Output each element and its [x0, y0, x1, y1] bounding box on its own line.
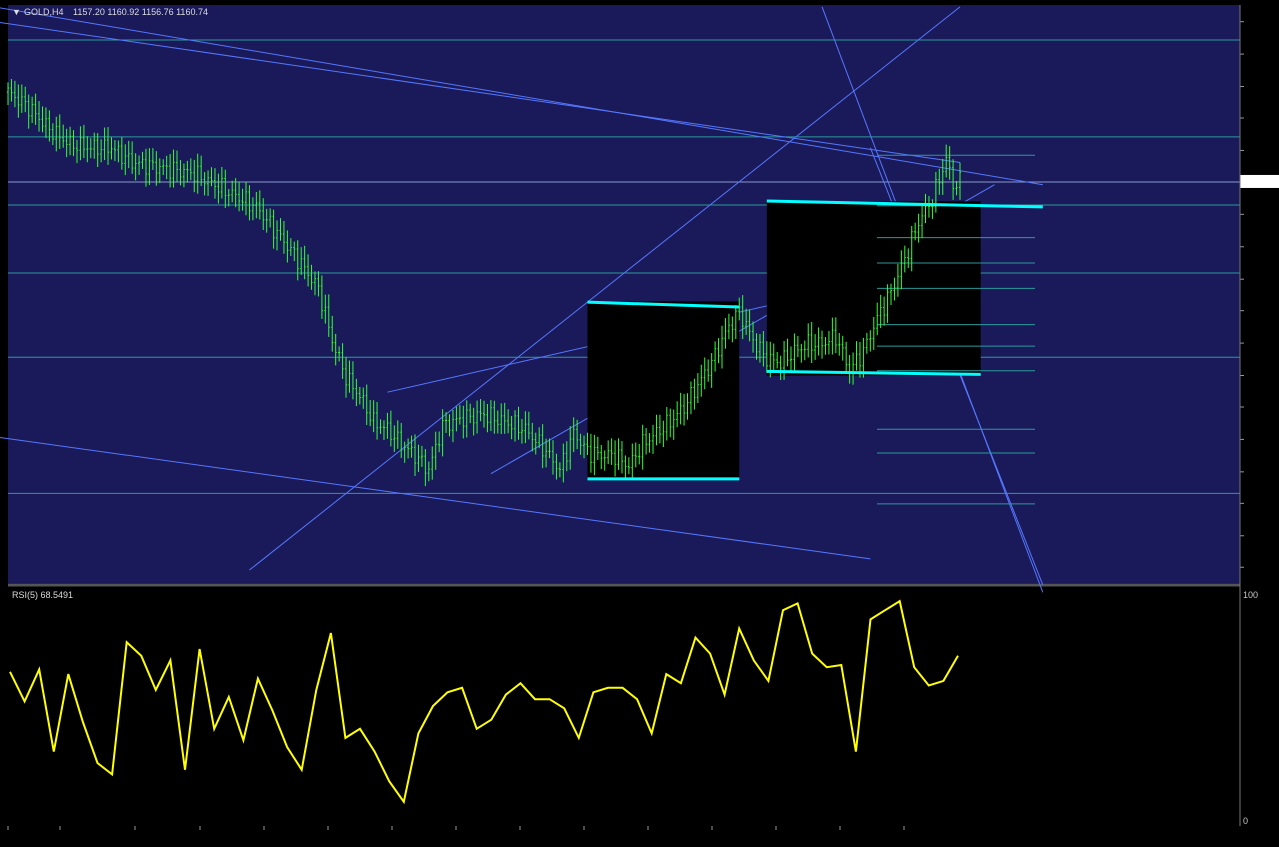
ohlc-quote: 1157.20 1160.92 1156.76 1160.74: [73, 7, 208, 17]
rsi-axis-bottom: 0: [1243, 816, 1248, 826]
current-price-marker: [1240, 174, 1279, 188]
symbol-label: GOLD,H4: [24, 7, 64, 17]
dropdown-triangle-icon[interactable]: ▼: [12, 7, 21, 17]
box-wave-2: [587, 301, 740, 480]
chart-window: ▼ GOLD,H4 1157.20 1160.92 1156.76 1160.7…: [0, 0, 1279, 842]
time-axis[interactable]: [7, 826, 905, 830]
rsi-axis[interactable]: 100 0: [1243, 590, 1258, 826]
rsi-axis-top: 100: [1243, 590, 1258, 600]
chart-canvas: ▼ GOLD,H4 1157.20 1160.92 1156.76 1160.7…: [0, 5, 1279, 830]
price-axis[interactable]: [1239, 5, 1279, 826]
rsi-title: RSI(5) 68.5491: [12, 590, 73, 600]
price-panel[interactable]: [8, 5, 1240, 583]
